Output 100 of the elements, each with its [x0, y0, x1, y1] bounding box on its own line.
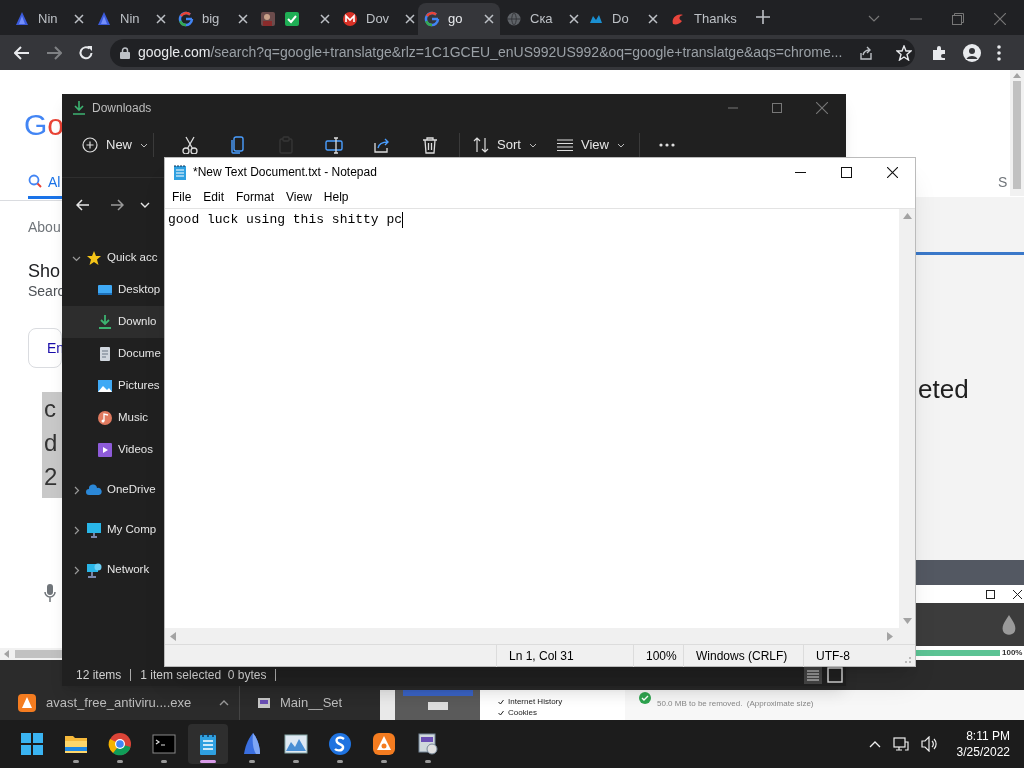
vertical-scrollbar[interactable] — [1010, 70, 1024, 196]
sort-button[interactable]: Sort — [465, 133, 541, 157]
clock[interactable]: 8:11 PM 3/25/2022 — [956, 728, 1010, 760]
vertical-scrollbar[interactable] — [899, 209, 915, 628]
browser-tab[interactable]: Nin — [8, 3, 90, 35]
tiles-view-icon[interactable] — [826, 666, 844, 684]
forward-icon[interactable] — [46, 45, 62, 60]
nav-item[interactable]: Network — [62, 554, 164, 586]
chrome-icon — [108, 732, 132, 756]
nav-item[interactable]: OneDrive — [62, 474, 164, 506]
clock-date: 3/25/2022 — [956, 744, 1010, 760]
nav-item[interactable]: Quick acc — [62, 242, 164, 274]
nav-item[interactable]: Desktop — [62, 274, 164, 306]
chevron-right-icon[interactable] — [72, 565, 81, 575]
tab-title: Thanks — [694, 10, 737, 29]
taskbar-app[interactable] — [188, 724, 228, 764]
search-tab[interactable]: Al — [48, 172, 61, 193]
tab-title: Do — [612, 10, 629, 29]
back-icon[interactable] — [76, 199, 90, 211]
scroll-down-icon — [902, 618, 912, 624]
nav-item[interactable]: Videos — [62, 434, 164, 466]
browser-tab[interactable]: big — [172, 3, 254, 35]
menu-icon[interactable] — [997, 44, 1001, 61]
browser-tab[interactable]: Cка — [500, 3, 582, 35]
maximize-icon[interactable] — [840, 166, 852, 178]
file-name: Main__Set — [280, 694, 343, 713]
installer-icon — [416, 732, 440, 756]
triangle-app-icon — [18, 694, 36, 712]
music-icon — [97, 410, 113, 426]
chevron-right-icon[interactable] — [72, 485, 81, 495]
browser-tab[interactable]: Thanks — [664, 3, 746, 35]
nav-item[interactable]: My Comp — [62, 514, 164, 546]
chevron-right-icon[interactable] — [72, 525, 81, 535]
highlighted-text: d — [44, 428, 58, 458]
triangle-icon — [14, 11, 30, 27]
menu-item[interactable]: View — [280, 188, 318, 206]
menu-item[interactable]: Edit — [197, 188, 231, 206]
nav-item[interactable]: Downlo — [62, 306, 164, 338]
network-icon — [86, 562, 102, 578]
lock-icon — [120, 46, 130, 59]
trash-icon — [421, 136, 439, 154]
close-icon[interactable] — [886, 166, 898, 178]
nav-label: Quick acc — [107, 250, 158, 266]
nav-label: Videos — [118, 442, 153, 458]
highlighted-text: 2 — [44, 462, 58, 492]
share-icon — [373, 136, 391, 154]
menu-item[interactable]: File — [166, 188, 198, 206]
desktop-icon — [97, 282, 113, 298]
scroll-left-icon — [4, 650, 9, 658]
monitor-icon — [86, 522, 102, 538]
checklist-text: Cookies — [508, 707, 537, 718]
maximize-icon[interactable] — [986, 589, 995, 599]
speaker-icon[interactable] — [920, 736, 939, 752]
network-icon[interactable] — [892, 736, 909, 752]
forward-icon[interactable] — [110, 199, 124, 211]
tab-title: big — [202, 10, 220, 29]
menu-item[interactable]: Help — [317, 188, 355, 206]
scroll-up-icon — [1013, 73, 1021, 78]
star-icon — [86, 250, 102, 266]
nav-label: Downlo — [118, 314, 157, 330]
checklist-text: Internet History — [508, 696, 563, 707]
tab-title: Nin — [120, 10, 140, 29]
new-tab-icon[interactable] — [756, 10, 770, 24]
terminal-icon — [152, 732, 176, 756]
restore-icon[interactable] — [952, 13, 964, 25]
heading-text: eted — [918, 373, 969, 406]
horizontal-scrollbar[interactable] — [165, 628, 915, 644]
view-button[interactable]: View — [549, 133, 629, 157]
profile-icon[interactable] — [963, 43, 981, 62]
horizontal-scrollbar[interactable] — [0, 648, 62, 660]
browser-tab[interactable]: Do — [582, 3, 664, 35]
browser-tab[interactable]: Nin — [90, 3, 172, 35]
check-icon — [284, 11, 300, 27]
status-text: 100% — [633, 644, 683, 667]
status-text: 1 item selected 0 bytes — [140, 667, 267, 684]
nav-label: Pictures — [118, 378, 160, 394]
globe-icon — [506, 11, 522, 27]
puzzle-icon[interactable] — [931, 44, 947, 61]
tab-label[interactable]: S — [998, 172, 1008, 193]
download-icon — [97, 314, 113, 330]
menu-item[interactable]: Format — [230, 188, 281, 206]
address-bar[interactable]: google.com/search?q=google+translatge&rlz=1C1GCEU_enUS992US992&oq=google+translatge&aqs=chrome... — [110, 38, 915, 67]
new-button[interactable]: New — [78, 133, 150, 157]
browser-tab[interactable]: go — [418, 3, 500, 35]
video-icon — [97, 442, 113, 458]
mail-icon — [342, 11, 358, 27]
download-item[interactable]: Main__Set — [240, 686, 380, 720]
star-icon[interactable] — [896, 44, 913, 61]
google-icon — [178, 11, 194, 27]
browser-tab[interactable]: Dov — [336, 3, 418, 35]
rename-icon — [325, 136, 343, 154]
nav-item[interactable]: Docume — [62, 338, 164, 370]
share-icon[interactable] — [858, 44, 875, 61]
nav-label: OneDrive — [107, 482, 156, 498]
resize-grip-icon — [902, 654, 912, 664]
back-icon[interactable] — [14, 45, 30, 60]
close-icon[interactable] — [1013, 589, 1022, 599]
nav-item[interactable]: Pictures — [62, 370, 164, 402]
nav-item[interactable]: Music — [62, 402, 164, 434]
reload-icon[interactable] — [78, 44, 94, 61]
